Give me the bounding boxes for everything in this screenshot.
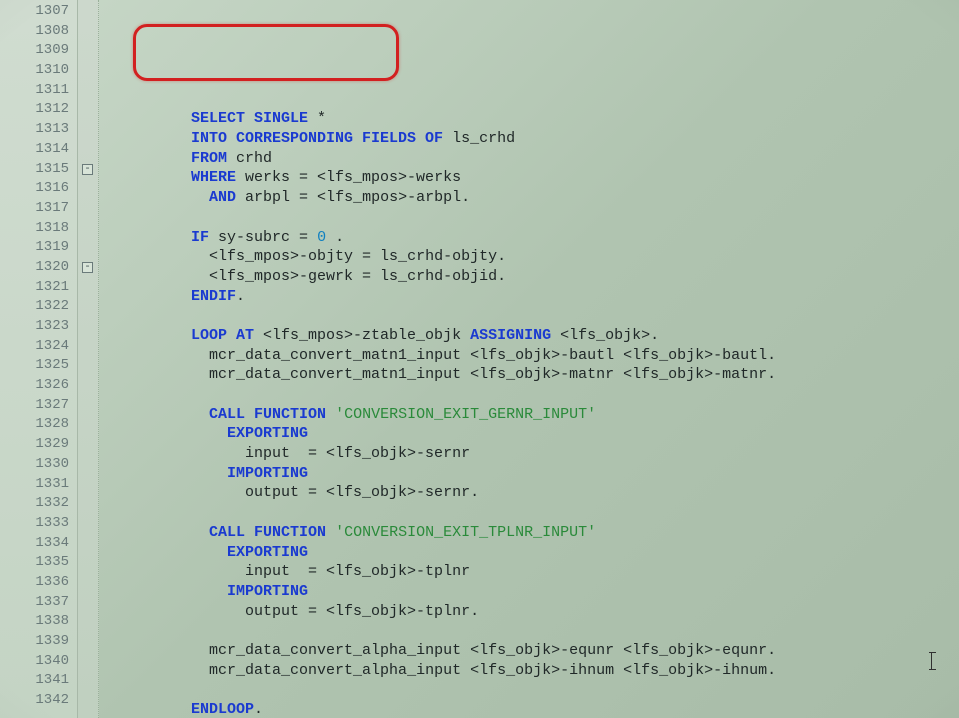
line-number: 1326 [0, 376, 77, 396]
code-line[interactable]: WHERE werks = <lfs_mpos>-werks [101, 168, 959, 188]
line-number: 1336 [0, 573, 77, 593]
line-number: 1321 [0, 278, 77, 298]
line-number: 1340 [0, 652, 77, 672]
line-number: 1332 [0, 494, 77, 514]
line-number: 1313 [0, 120, 77, 140]
line-number: 1315 [0, 160, 77, 180]
fold-toggle-icon[interactable]: - [82, 262, 93, 273]
line-number-gutter: 1307130813091310131113121313131413151316… [0, 0, 78, 718]
code-line[interactable]: CALL FUNCTION 'CONVERSION_EXIT_GERNR_INP… [101, 405, 959, 425]
line-number: 1312 [0, 100, 77, 120]
code-line[interactable]: IF sy-subrc = 0 . [101, 228, 959, 248]
line-number: 1331 [0, 475, 77, 495]
code-line[interactable] [101, 680, 959, 700]
line-number: 1338 [0, 612, 77, 632]
line-number: 1323 [0, 317, 77, 337]
fold-column[interactable]: -- [78, 0, 99, 718]
code-line[interactable]: CALL FUNCTION 'CONVERSION_EXIT_TPLNR_INP… [101, 523, 959, 543]
line-number: 1341 [0, 671, 77, 691]
code-line[interactable]: mcr_data_convert_alpha_input <lfs_objk>-… [101, 641, 959, 661]
line-number: 1328 [0, 415, 77, 435]
code-line[interactable]: ENDLOOP. [101, 700, 959, 718]
line-number: 1307 [0, 2, 77, 22]
line-number: 1337 [0, 593, 77, 613]
code-line[interactable]: SELECT SINGLE * [101, 109, 959, 129]
code-line[interactable]: input = <lfs_objk>-sernr [101, 444, 959, 464]
line-number: 1319 [0, 238, 77, 258]
text-caret [931, 652, 933, 670]
code-line[interactable]: output = <lfs_objk>-tplnr. [101, 602, 959, 622]
line-number: 1316 [0, 179, 77, 199]
code-line[interactable]: mcr_data_convert_matn1_input <lfs_objk>-… [101, 365, 959, 385]
code-line[interactable]: IMPORTING [101, 582, 959, 602]
line-number: 1320 [0, 258, 77, 278]
code-line[interactable] [101, 306, 959, 326]
code-line[interactable] [101, 90, 959, 110]
code-line[interactable]: <lfs_mpos>-objty = ls_crhd-objty. [101, 247, 959, 267]
line-number: 1311 [0, 81, 77, 101]
line-number: 1330 [0, 455, 77, 475]
line-number: 1327 [0, 396, 77, 416]
code-line[interactable]: <lfs_mpos>-gewrk = ls_crhd-objid. [101, 267, 959, 287]
code-line[interactable]: AND arbpl = <lfs_mpos>-arbpl. [101, 188, 959, 208]
line-number: 1342 [0, 691, 77, 711]
code-line[interactable] [101, 70, 959, 90]
code-line[interactable]: ENDIF. [101, 287, 959, 307]
line-number: 1310 [0, 61, 77, 81]
code-line[interactable]: IMPORTING [101, 464, 959, 484]
code-line[interactable] [101, 621, 959, 641]
line-number: 1308 [0, 22, 77, 42]
code-line[interactable] [101, 385, 959, 405]
code-line[interactable]: mcr_data_convert_matn1_input <lfs_objk>-… [101, 346, 959, 366]
line-number: 1318 [0, 219, 77, 239]
line-number: 1333 [0, 514, 77, 534]
line-number: 1324 [0, 337, 77, 357]
code-line[interactable]: INTO CORRESPONDING FIELDS OF ls_crhd [101, 129, 959, 149]
code-line[interactable] [101, 208, 959, 228]
line-number: 1339 [0, 632, 77, 652]
line-number: 1322 [0, 297, 77, 317]
code-line[interactable]: mcr_data_convert_alpha_input <lfs_objk>-… [101, 661, 959, 681]
code-line[interactable]: EXPORTING [101, 543, 959, 563]
code-line[interactable]: FROM crhd [101, 149, 959, 169]
line-number: 1314 [0, 140, 77, 160]
code-area[interactable]: SELECT SINGLE * INTO CORRESPONDING FIELD… [99, 0, 959, 718]
code-line[interactable]: EXPORTING [101, 424, 959, 444]
line-number: 1309 [0, 41, 77, 61]
code-line[interactable]: LOOP AT <lfs_mpos>-ztable_objk ASSIGNING… [101, 326, 959, 346]
code-line[interactable]: input = <lfs_objk>-tplnr [101, 562, 959, 582]
line-number: 1325 [0, 356, 77, 376]
line-number: 1317 [0, 199, 77, 219]
code-line[interactable]: output = <lfs_objk>-sernr. [101, 483, 959, 503]
line-number: 1334 [0, 534, 77, 554]
line-number: 1329 [0, 435, 77, 455]
code-line[interactable] [101, 503, 959, 523]
line-number: 1335 [0, 553, 77, 573]
code-editor[interactable]: 1307130813091310131113121313131413151316… [0, 0, 959, 718]
fold-toggle-icon[interactable]: - [82, 164, 93, 175]
